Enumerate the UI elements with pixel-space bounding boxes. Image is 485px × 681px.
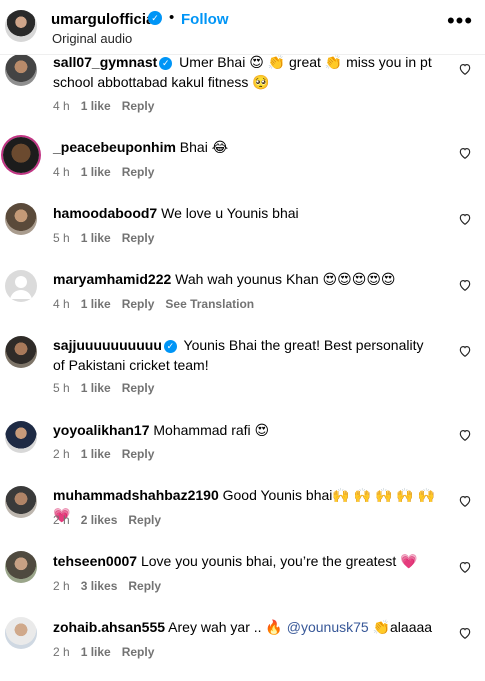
- heart-icon[interactable]: [458, 62, 472, 76]
- header-username[interactable]: umargulofficial: [51, 11, 159, 28]
- reply-button[interactable]: Reply: [122, 645, 155, 659]
- reply-button[interactable]: Reply: [122, 165, 155, 179]
- reply-button[interactable]: Reply: [122, 297, 155, 311]
- comment-username[interactable]: sajjuuuuuuuuuu: [53, 337, 162, 353]
- comment-meta: 2 h 1 like Reply: [53, 447, 165, 461]
- verified-icon: ✓: [163, 340, 177, 353]
- comment-meta: 5 h 1 like Reply: [53, 381, 165, 395]
- heart-icon[interactable]: [458, 626, 472, 640]
- comment-text: zohaib.ahsan555 Arey wah yar .. 🔥 @younu…: [53, 617, 438, 637]
- like-count[interactable]: 1 like: [81, 645, 111, 659]
- avatar[interactable]: [5, 336, 37, 368]
- reply-button[interactable]: Reply: [122, 99, 155, 113]
- reply-button[interactable]: Reply: [122, 381, 155, 395]
- comment-text: sall07_gymnast ✓ Umer Bhai 😍 👏 great 👏 mi…: [53, 52, 438, 92]
- comment-time: 2 h: [53, 645, 70, 659]
- comment-username[interactable]: tehseen0007: [53, 553, 137, 569]
- follow-button[interactable]: Follow: [181, 11, 229, 28]
- verified-icon: ✓: [159, 57, 173, 70]
- avatar[interactable]: [5, 270, 37, 302]
- reply-button[interactable]: Reply: [122, 231, 155, 245]
- comments-list[interactable]: sall07_gymnast ✓ Umer Bhai 😍 👏 great 👏 mi…: [0, 0, 485, 681]
- comment-text: maryamhamid222 Wah wah younus Khan 😍😍😍😍😍: [53, 269, 438, 289]
- comment-text: sajjuuuuuuuuuu ✓ Younis Bhai the great! B…: [53, 335, 438, 375]
- post-header: umargulofficial ✓ • Follow Original audi…: [0, 0, 485, 55]
- heart-icon[interactable]: [458, 494, 472, 508]
- comment-meta: 2 h 2 likes Reply: [53, 513, 172, 527]
- comment-body: Bhai 😂: [175, 139, 229, 155]
- comment-meta: 4 h 1 like Reply: [53, 165, 165, 179]
- verified-icon: ✓: [148, 11, 162, 25]
- see-translation-button[interactable]: See Translation: [165, 297, 254, 311]
- like-count[interactable]: 2 likes: [81, 513, 118, 527]
- comment-text: _peacebeuponhim Bhai 😂: [53, 137, 438, 157]
- avatar[interactable]: [5, 10, 37, 42]
- avatar[interactable]: [5, 54, 37, 86]
- avatar[interactable]: [5, 617, 37, 649]
- heart-icon[interactable]: [458, 344, 472, 358]
- comment-body: We love u Younis bhai: [157, 205, 299, 221]
- avatar[interactable]: [5, 486, 37, 518]
- mention-link[interactable]: @younusk75: [287, 619, 369, 635]
- comment-text: hamoodabood7 We love u Younis bhai: [53, 203, 438, 223]
- like-count[interactable]: 1 like: [81, 381, 111, 395]
- separator-dot: •: [169, 9, 175, 26]
- comment-body: Arey wah yar .. 🔥: [165, 619, 287, 635]
- comment-username[interactable]: muhammadshahbaz2190: [53, 487, 219, 503]
- like-count[interactable]: 3 likes: [81, 579, 118, 593]
- comment-username[interactable]: zohaib.ahsan555: [53, 619, 165, 635]
- comment-meta: 4 h 1 like Reply See Translation: [53, 297, 265, 311]
- comment-time: 5 h: [53, 381, 70, 395]
- reply-button[interactable]: Reply: [128, 513, 161, 527]
- comment-time: 4 h: [53, 297, 70, 311]
- like-count[interactable]: 1 like: [81, 231, 111, 245]
- like-count[interactable]: 1 like: [81, 297, 111, 311]
- comment-time: 4 h: [53, 165, 70, 179]
- comment-time: 2 h: [53, 513, 70, 527]
- like-count[interactable]: 1 like: [81, 447, 111, 461]
- heart-icon[interactable]: [458, 146, 472, 160]
- comment-username[interactable]: _peacebeuponhim: [53, 139, 176, 155]
- reply-button[interactable]: Reply: [128, 579, 161, 593]
- like-count[interactable]: 1 like: [81, 165, 111, 179]
- comment-meta: 2 h 1 like Reply: [53, 645, 165, 659]
- like-count[interactable]: 1 like: [81, 99, 111, 113]
- heart-icon[interactable]: [458, 560, 472, 574]
- comment-body: 👏alaaaa: [368, 619, 433, 635]
- comment-meta: 4 h 1 like Reply: [53, 99, 165, 113]
- comment-username[interactable]: yoyoalikhan17: [53, 422, 150, 438]
- comment-time: 2 h: [53, 579, 70, 593]
- avatar[interactable]: [3, 137, 39, 173]
- comment-body: Mohammad rafi 😍: [149, 422, 270, 438]
- avatar[interactable]: [5, 551, 37, 583]
- comment-time: 2 h: [53, 447, 70, 461]
- reply-button[interactable]: Reply: [122, 447, 155, 461]
- more-options-icon[interactable]: •••: [445, 10, 475, 38]
- avatar[interactable]: [5, 421, 37, 453]
- comment-time: 5 h: [53, 231, 70, 245]
- comment-body: Wah wah younus Khan 😍😍😍😍😍: [171, 271, 396, 287]
- heart-icon[interactable]: [458, 278, 472, 292]
- comment-meta: 2 h 3 likes Reply: [53, 579, 172, 593]
- default-avatar-icon: [10, 276, 32, 299]
- comment-username[interactable]: sall07_gymnast: [53, 54, 157, 70]
- comment-text: tehseen0007 Love you younis bhai, you’re…: [53, 551, 438, 571]
- comment-username[interactable]: hamoodabood7: [53, 205, 157, 221]
- heart-icon[interactable]: [458, 428, 472, 442]
- audio-label[interactable]: Original audio: [52, 31, 132, 46]
- comment-time: 4 h: [53, 99, 70, 113]
- comment-body: Love you younis bhai, you’re the greates…: [137, 553, 418, 569]
- heart-icon[interactable]: [458, 212, 472, 226]
- comment-username[interactable]: maryamhamid222: [53, 271, 171, 287]
- avatar[interactable]: [5, 203, 37, 235]
- comment-text: yoyoalikhan17 Mohammad rafi 😍: [53, 420, 438, 440]
- comment-meta: 5 h 1 like Reply: [53, 231, 165, 245]
